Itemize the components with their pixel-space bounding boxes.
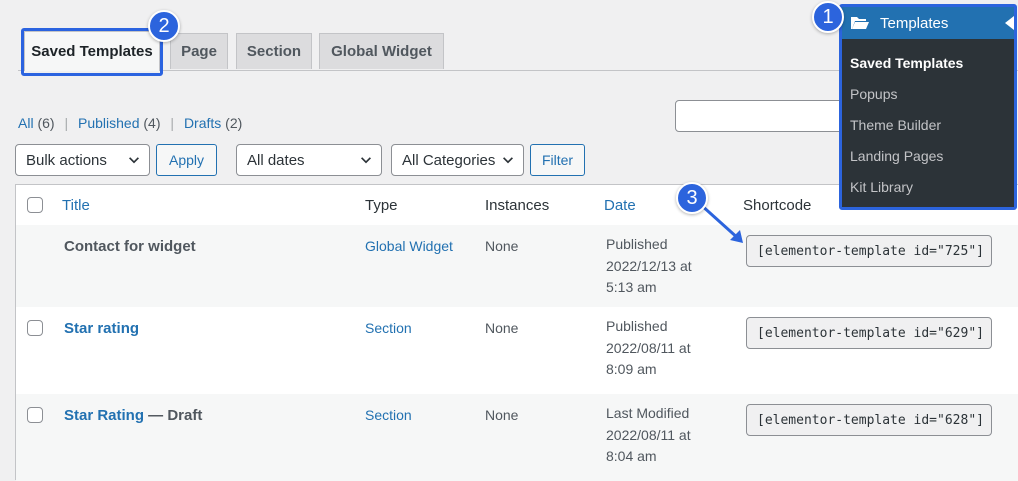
count-published: (4): [143, 115, 161, 131]
tab-page[interactable]: Page: [170, 33, 228, 69]
column-shortcode: Shortcode: [743, 197, 812, 214]
draft-state: — Draft: [144, 407, 203, 424]
filter-drafts-link[interactable]: Drafts: [184, 115, 221, 131]
row-date: Last Modified 2022/08/11 at 8:04 am: [606, 403, 716, 468]
apply-button[interactable]: Apply: [156, 144, 217, 176]
row-title[interactable]: Contact for widget: [64, 238, 196, 255]
tab-label: Global Widget: [331, 43, 432, 60]
callout-badge-2: 2: [148, 10, 180, 42]
column-instances: Instances: [485, 197, 550, 214]
date-time: 5:13 am: [606, 279, 657, 295]
table-row: Star Rating — Draft Section None Last Mo…: [16, 394, 1018, 481]
row-type-link[interactable]: Section: [365, 320, 412, 336]
row-title-link[interactable]: Star rating: [64, 320, 139, 337]
row-instances: None: [485, 238, 519, 254]
chevron-down-icon: [361, 157, 371, 164]
row-instances: None: [485, 407, 519, 423]
templates-table: Title Type Instances Date Shortcode Cont…: [15, 184, 1018, 481]
shortcode-field[interactable]: [elementor-template id="628"]: [746, 404, 992, 436]
count-drafts: (2): [225, 115, 243, 131]
date-day: 2022/08/11 at: [606, 426, 691, 443]
date-day: 2022/12/13 at: [606, 257, 692, 274]
row-instances: None: [485, 320, 519, 336]
date-status: Published: [606, 318, 668, 334]
row-checkbox[interactable]: [27, 320, 43, 336]
date-status: Last Modified: [606, 405, 690, 421]
filter-button[interactable]: Filter: [530, 144, 585, 176]
column-type: Type: [365, 197, 398, 214]
bulk-actions-value: Bulk actions: [26, 151, 107, 169]
tab-label: Page: [181, 43, 217, 60]
highlight-saved-templates-tab: [21, 28, 163, 76]
callout-badge-3: 3: [676, 182, 708, 214]
date-day: 2022/08/11 at: [606, 339, 691, 356]
count-all: (6): [37, 115, 55, 131]
search-input[interactable]: [675, 100, 865, 132]
filter-all-link[interactable]: All: [18, 115, 34, 131]
separator: |: [170, 115, 175, 131]
shortcode-field[interactable]: [elementor-template id="629"]: [746, 317, 992, 349]
category-filter-select[interactable]: All Categories: [391, 144, 524, 176]
tab-section[interactable]: Section: [236, 33, 312, 69]
tab-global-widget[interactable]: Global Widget: [319, 33, 444, 69]
column-date-sort[interactable]: Date: [604, 197, 636, 214]
row-title-link[interactable]: Star Rating: [64, 407, 144, 424]
bulk-actions-select[interactable]: Bulk actions: [15, 144, 150, 176]
row-checkbox[interactable]: [27, 407, 43, 423]
highlight-admin-menu: [839, 4, 1017, 210]
row-type-link[interactable]: Global Widget: [365, 238, 453, 254]
row-date: Published 2022/08/11 at 8:09 am: [606, 316, 716, 381]
callout-badge-1: 1: [812, 1, 844, 33]
chevron-down-icon: [129, 157, 139, 164]
filter-published-link[interactable]: Published: [78, 115, 140, 131]
row-title: Star Rating — Draft: [64, 407, 202, 424]
table-row: Star rating Section None Published 2022/…: [16, 307, 1018, 394]
date-filter-value: All dates: [247, 151, 305, 169]
date-time: 8:09 am: [606, 361, 657, 377]
date-filter-select[interactable]: All dates: [236, 144, 382, 176]
row-type-link[interactable]: Section: [365, 407, 412, 423]
select-all-checkbox[interactable]: [27, 197, 43, 213]
table-row: Contact for widget Global Widget None Pu…: [16, 225, 1018, 307]
column-title-sort[interactable]: Title: [62, 197, 90, 214]
chevron-down-icon: [503, 157, 513, 164]
separator: |: [64, 115, 69, 131]
tab-label: Section: [246, 43, 302, 60]
date-time: 8:04 am: [606, 448, 657, 464]
status-filter-links: All (6) | Published (4) | Drafts (2): [18, 115, 242, 131]
category-filter-value: All Categories: [402, 151, 496, 169]
shortcode-field[interactable]: [elementor-template id="725"]: [746, 235, 992, 267]
